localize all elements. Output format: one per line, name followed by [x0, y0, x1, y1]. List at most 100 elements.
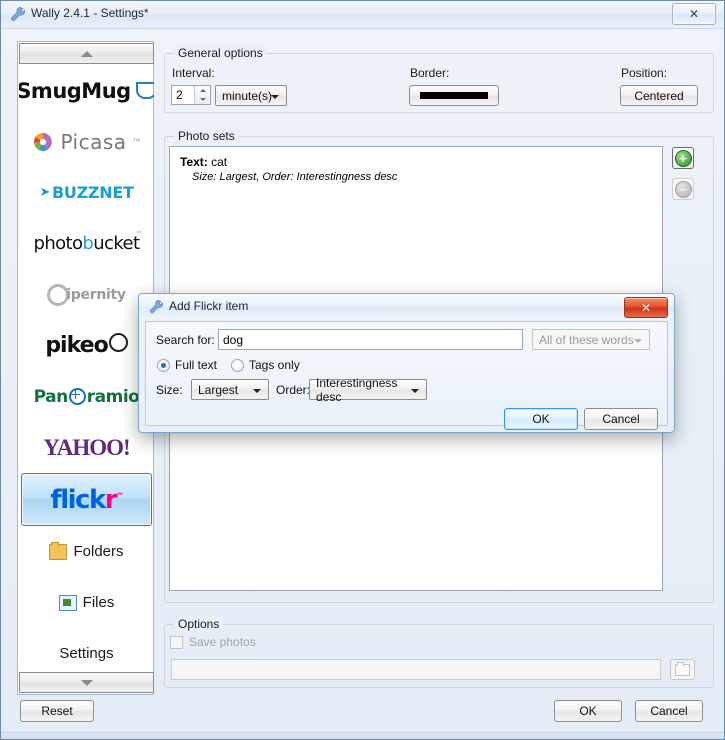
ipernity-logo: ipernity — [47, 283, 126, 306]
pikeo-globe-icon — [108, 333, 128, 352]
sidebar-item-photobucket[interactable]: photobucket ··· — [19, 218, 154, 269]
match-mode-value: All of these words — [539, 332, 634, 347]
buzznet-swoosh-icon: ➤ — [39, 185, 51, 200]
plus-circle-icon: + — [674, 149, 692, 167]
folder-icon — [675, 661, 690, 676]
reset-button[interactable]: Reset — [20, 700, 94, 722]
photo-sets-title: Photo sets — [174, 129, 239, 143]
window-close-button[interactable]: ✕ — [672, 3, 716, 25]
interval-label: Interval: — [172, 66, 215, 80]
options-title: Options — [174, 617, 224, 631]
list-item[interactable]: Text: cat Size: Largest, Order: Interest… — [180, 155, 652, 183]
trademark-mark: ™ — [132, 137, 141, 146]
chevron-down-icon — [80, 679, 93, 686]
full-text-label: Full text — [175, 358, 218, 372]
sidebar-item-files[interactable]: Files — [19, 577, 154, 628]
browse-folder-button — [670, 659, 695, 680]
sidebar-item-yahoo[interactable]: YAHOO! — [19, 422, 154, 473]
photo-set-text-line: Text: cat — [180, 155, 652, 169]
border-style-button[interactable] — [409, 85, 499, 106]
chevron-down-icon — [411, 389, 419, 393]
order-combo[interactable]: Interestingness desc — [309, 376, 427, 404]
sidebar-item-picasa[interactable]: Picasa ™ — [19, 116, 154, 167]
search-input[interactable] — [218, 329, 523, 350]
chevron-down-icon — [634, 339, 642, 343]
wrench-icon — [10, 6, 26, 22]
photo-set-text-value: cat — [211, 155, 228, 169]
wrench-icon — [149, 299, 164, 314]
chevron-down-icon — [253, 389, 261, 393]
files-label-group: Files — [58, 594, 114, 611]
chevron-up-icon — [199, 89, 206, 92]
border-label: Border: — [410, 66, 450, 80]
photobucket-dots-icon: ··· — [135, 228, 143, 238]
position-label: Position: — [621, 66, 668, 80]
smugmug-logo: SmugMug — [19, 79, 154, 103]
yahoo-logo: YAHOO! — [43, 434, 130, 460]
sidebar-item-pikeo[interactable]: pikeo — [19, 320, 154, 371]
add-photo-set-button[interactable]: + — [672, 147, 694, 169]
dialog-ok-button[interactable]: OK — [504, 408, 578, 430]
sidebar-scroll-down-button[interactable] — [19, 672, 154, 693]
window-titlebar: Wally 2.4.1 - Settings* ✕ — [1, 1, 724, 29]
interval-unit-combo[interactable]: minute(s) — [215, 85, 287, 106]
general-options-title: General options — [174, 46, 267, 60]
files-icon — [58, 594, 77, 611]
picasa-logo: Picasa ™ — [32, 130, 141, 154]
sidebar-item-buzznet[interactable]: ➤ Buzznet — [19, 167, 154, 218]
smugmug-badge-icon — [135, 82, 154, 99]
dialog-cancel-button[interactable]: Cancel — [584, 408, 658, 430]
size-value: Largest — [198, 382, 239, 397]
add-flickr-item-dialog: Add Flickr item ✕ Search for: All of the… — [138, 293, 675, 433]
remove-photo-set-button: − — [672, 178, 694, 200]
interval-spin-up[interactable] — [195, 86, 210, 95]
sidebar-item-panoramio[interactable]: Pan ramio — [19, 371, 154, 422]
main-window: Wally 2.4.1 - Settings* ✕ SmugMug Picasa… — [0, 0, 725, 740]
interval-unit-value: minute(s) — [222, 88, 273, 103]
order-label: Order: — [276, 383, 311, 397]
save-path-field — [171, 659, 661, 680]
sidebar-scroll-up-button[interactable] — [19, 43, 154, 64]
dialog-close-button[interactable]: ✕ — [624, 297, 668, 318]
trademark-mark: ™ — [116, 490, 124, 500]
save-photos-label: Save photos — [189, 635, 256, 649]
photo-set-details: Size: Largest, Order: Interestingness de… — [192, 171, 398, 183]
size-combo[interactable]: Largest — [191, 379, 269, 400]
search-for-label: Search for: — [156, 333, 215, 347]
interval-stepper[interactable] — [171, 85, 211, 105]
interval-spin-down[interactable] — [195, 95, 210, 104]
close-icon: ✕ — [688, 7, 700, 21]
save-photos-checkbox — [170, 636, 183, 649]
size-label: Size: — [156, 383, 183, 397]
dialog-body: Search for: All of these words Full text… — [145, 321, 668, 430]
cancel-button[interactable]: Cancel — [635, 700, 703, 722]
sidebar-item-folders[interactable]: Folders — [19, 526, 154, 577]
panoramio-o-icon — [68, 388, 86, 405]
photo-set-text-label: Text: — [180, 155, 208, 169]
picasa-icon — [34, 132, 53, 151]
border-preview-bar — [420, 92, 488, 99]
flickr-logo: flickr™ — [50, 484, 124, 515]
folder-icon — [49, 541, 68, 560]
tags-only-radio[interactable] — [231, 359, 244, 372]
chevron-down-icon — [271, 95, 279, 99]
full-text-radio[interactable] — [157, 359, 170, 372]
chevron-up-icon — [80, 50, 93, 57]
match-mode-combo: All of these words — [532, 329, 650, 350]
sidebar-item-smugmug[interactable]: SmugMug — [19, 65, 154, 116]
interval-spin-buttons[interactable] — [194, 86, 210, 104]
position-button[interactable]: Centered — [620, 85, 698, 106]
photobucket-logo: photobucket ··· — [33, 228, 143, 254]
sidebar-item-flickr[interactable]: flickr™ — [21, 473, 152, 526]
sidebar-item-settings[interactable]: Settings — [19, 628, 154, 671]
chevron-down-icon — [199, 98, 206, 101]
sidebar-item-list[interactable]: SmugMug Picasa ™ ➤ BUZZNET photobucket ·… — [19, 65, 154, 671]
sidebar-item-ipernity[interactable]: ipernity — [19, 269, 154, 320]
ok-button[interactable]: OK — [554, 700, 622, 722]
pikeo-logo: pikeo — [45, 333, 128, 358]
dialog-title: Add Flickr item — [169, 299, 249, 313]
order-value: Interestingness desc — [316, 375, 398, 404]
folders-label-group: Folders — [49, 541, 124, 560]
service-sidebar: SmugMug Picasa ™ ➤ BUZZNET photobucket ·… — [17, 41, 154, 695]
settings-label: Settings — [59, 645, 114, 662]
